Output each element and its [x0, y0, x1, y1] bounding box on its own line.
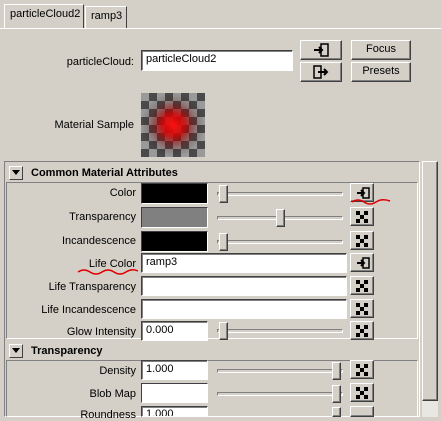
map-input-icon: [357, 257, 370, 269]
blob-map-slider-thumb[interactable]: [332, 385, 341, 403]
common-section-title: Common Material Attributes: [31, 167, 178, 179]
transparency-slider-thumb[interactable]: [276, 209, 285, 227]
tab-particlecloud2[interactable]: particleCloud2: [4, 4, 84, 29]
color-label: Color: [109, 187, 136, 199]
life-transparency-label: Life Transparency: [48, 281, 136, 293]
color-swatch[interactable]: [141, 183, 208, 204]
roundness-map-button[interactable]: [350, 406, 374, 417]
life-incandescence-label: Life Incandescence: [41, 304, 136, 316]
checker-map-icon: [356, 211, 368, 223]
transparency-swatch[interactable]: [141, 207, 208, 228]
roundness-slider-thumb[interactable]: [332, 407, 341, 417]
glow-intensity-map-button[interactable]: [350, 321, 374, 340]
roundness-field[interactable]: 1.000: [141, 406, 208, 417]
tab-ramp3[interactable]: ramp3: [85, 6, 127, 28]
scrollbar-thumb[interactable]: [422, 161, 438, 401]
red-annotation-underline: [77, 268, 139, 275]
node-type-label: particleCloud:: [66, 56, 134, 68]
density-map-button[interactable]: [350, 360, 374, 379]
tab-label: ramp3: [91, 10, 123, 22]
incandescence-swatch[interactable]: [141, 231, 208, 252]
life-color-map-button[interactable]: [350, 253, 374, 272]
blob-map-swatch[interactable]: [141, 383, 208, 403]
checker-map-icon: [356, 325, 368, 337]
checker-map-icon: [356, 235, 368, 247]
checker-map-icon: [356, 303, 368, 315]
life-color-field[interactable]: ramp3: [141, 253, 347, 273]
glow-intensity-field[interactable]: 0.000: [141, 321, 208, 341]
incandescence-slider-thumb[interactable]: [219, 233, 228, 251]
checker-map-icon: [356, 364, 368, 376]
tab-divider: [0, 28, 441, 29]
density-slider-thumb[interactable]: [332, 362, 341, 380]
life-incandescence-field[interactable]: [141, 299, 347, 319]
tab-label: particleCloud2: [10, 8, 81, 20]
color-slider-track[interactable]: [217, 192, 343, 196]
input-connections-button[interactable]: [300, 40, 342, 60]
life-transparency-map-button[interactable]: [350, 276, 374, 295]
glow-intensity-label: Glow Intensity: [66, 326, 136, 338]
life-incandescence-map-button[interactable]: [350, 299, 374, 318]
transparency-label: Transparency: [69, 211, 136, 223]
roundness-label: Roundness: [80, 409, 136, 421]
life-transparency-field[interactable]: [141, 276, 347, 296]
checker-map-icon: [356, 280, 368, 292]
vertical-scrollbar[interactable]: [422, 161, 438, 417]
density-label: Density: [99, 365, 136, 377]
incandescence-label: Incandescence: [62, 235, 136, 247]
color-slider-thumb[interactable]: [219, 185, 228, 203]
blob-map-map-button[interactable]: [350, 383, 374, 402]
map-output-icon: [313, 65, 329, 79]
material-sample-label: Material Sample: [54, 119, 134, 131]
transparency-map-button[interactable]: [350, 207, 374, 226]
blob-map-label: Blob Map: [89, 388, 136, 400]
checker-map-icon: [356, 387, 368, 399]
map-input-icon: [314, 43, 329, 57]
blob-map-slider-track[interactable]: [217, 392, 343, 396]
incandescence-slider-track[interactable]: [217, 240, 343, 244]
output-connections-button[interactable]: [300, 62, 342, 82]
incandescence-map-button[interactable]: [350, 231, 374, 250]
transparency-section-title: Transparency: [31, 345, 103, 357]
material-sample-swatch[interactable]: [141, 93, 205, 157]
red-annotation-underline: [351, 198, 391, 205]
glow-intensity-slider-track[interactable]: [217, 329, 343, 333]
density-field[interactable]: 1.000: [141, 360, 208, 380]
presets-button[interactable]: Presets: [351, 62, 411, 82]
glow-intensity-slider-thumb[interactable]: [219, 322, 228, 340]
common-collapse-button[interactable]: [9, 166, 23, 180]
focus-button[interactable]: Focus: [351, 40, 411, 60]
density-slider-track[interactable]: [217, 369, 343, 373]
node-name-field[interactable]: particleCloud2: [141, 50, 293, 71]
transparency-collapse-button[interactable]: [9, 344, 23, 358]
